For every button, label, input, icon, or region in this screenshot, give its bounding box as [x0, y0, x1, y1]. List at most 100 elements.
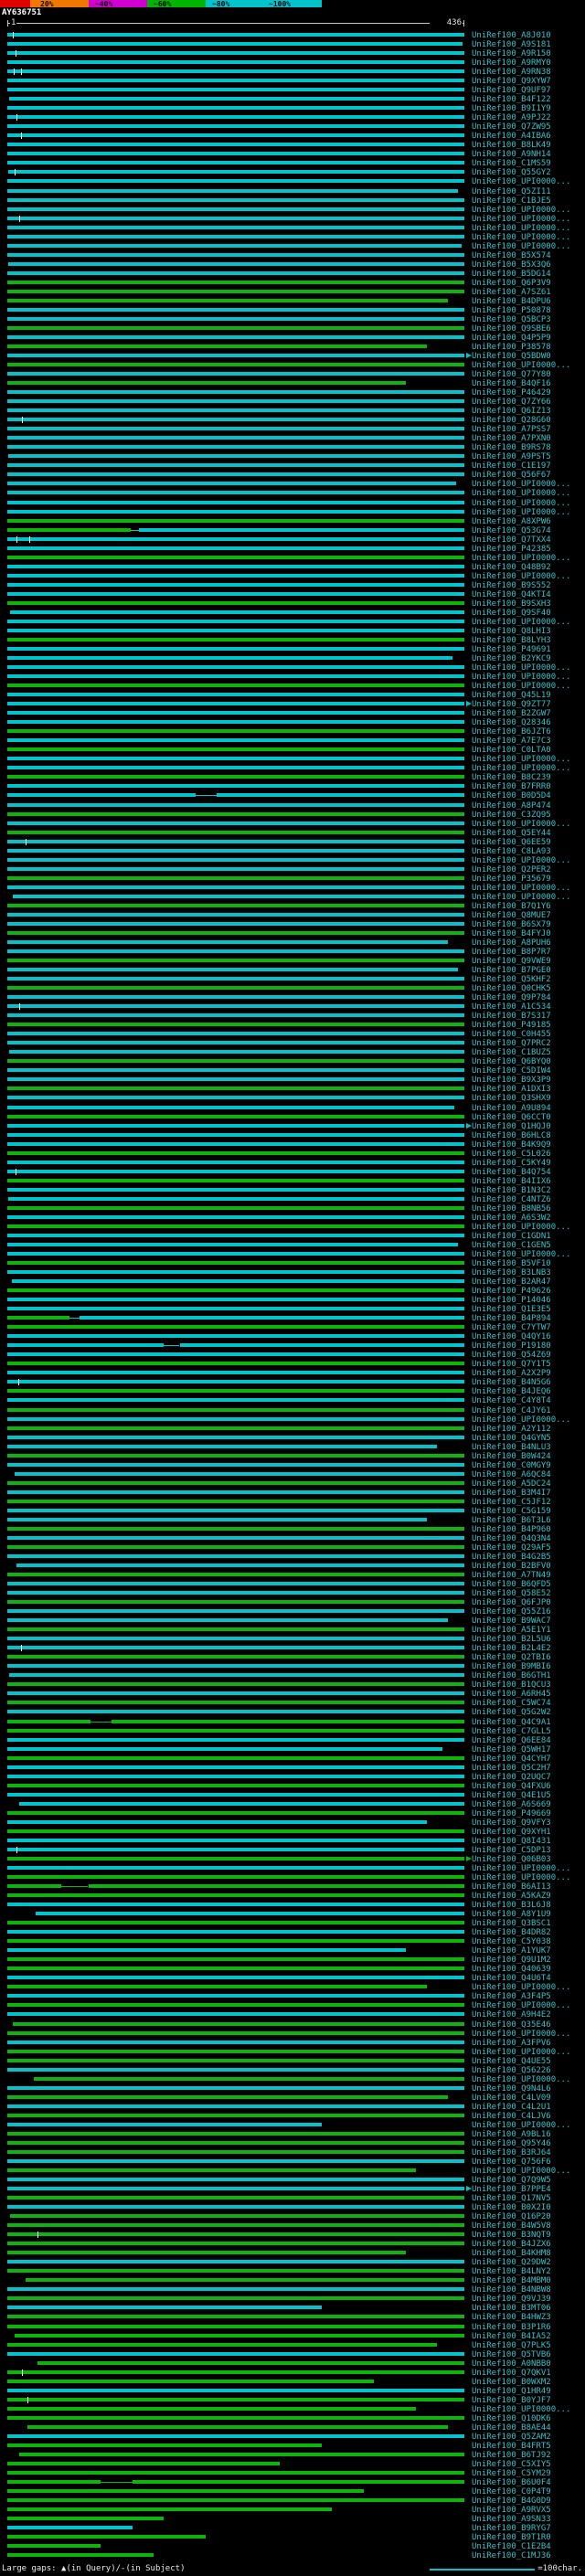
hit-bar[interactable] [7, 1270, 464, 1274]
hit-bar[interactable] [7, 390, 464, 394]
hit-bar[interactable] [7, 592, 464, 596]
hit-bar[interactable] [7, 629, 464, 632]
hit-bar[interactable] [7, 1829, 464, 1833]
hit-bar[interactable] [7, 2389, 464, 2392]
hit-bar[interactable] [7, 2507, 333, 2511]
hit-bar[interactable] [37, 2361, 464, 2365]
hit-bar[interactable] [7, 1866, 464, 1870]
hit-bar[interactable] [7, 1994, 464, 1998]
hit-bar[interactable] [7, 501, 464, 504]
hit-bar[interactable] [7, 2535, 207, 2539]
hit-bar[interactable] [7, 766, 464, 769]
hit-bar[interactable] [7, 757, 464, 760]
hit-bar[interactable] [7, 1509, 464, 1512]
hit-bar[interactable] [7, 244, 462, 248]
hit-bar[interactable] [7, 1188, 464, 1192]
hit-bar[interactable] [7, 88, 464, 91]
hit-bar[interactable] [7, 1261, 464, 1265]
hit-bar[interactable] [7, 2031, 464, 2035]
hit-bar[interactable] [8, 262, 464, 266]
hit-bar[interactable] [7, 1884, 61, 1888]
hit-bar[interactable] [7, 161, 464, 164]
hit-bar[interactable] [7, 418, 464, 421]
hit-bar[interactable] [7, 528, 131, 532]
hit-bar[interactable] [7, 179, 464, 183]
hit-bar[interactable] [88, 1884, 464, 1888]
hit-label[interactable]: UniRef100_Q5G2W2 [472, 1708, 551, 1717]
hit-bar[interactable] [7, 1068, 464, 1072]
hit-bar[interactable] [7, 1775, 464, 1778]
hit-bar[interactable] [7, 1325, 464, 1329]
hit-bar[interactable] [7, 271, 464, 275]
hit-bar[interactable] [7, 1481, 464, 1485]
hit-bar[interactable] [7, 1627, 464, 1631]
hit-bar[interactable] [7, 601, 464, 605]
hit-bar[interactable] [7, 693, 464, 696]
hit-bar[interactable] [138, 528, 464, 532]
hit-bar[interactable] [7, 1985, 427, 1988]
hit-bar[interactable] [7, 2168, 417, 2172]
hit-bar[interactable] [7, 2141, 464, 2145]
hit-bar[interactable] [7, 2095, 448, 2099]
hit-bar[interactable] [7, 2068, 464, 2072]
hit-bar[interactable] [7, 2517, 165, 2520]
hit-bar[interactable] [7, 1691, 464, 1695]
hit-bar[interactable] [7, 2434, 464, 2438]
hit-bar[interactable] [7, 1343, 165, 1347]
hit-bar[interactable] [7, 1637, 464, 1640]
hit-bar[interactable] [7, 2315, 464, 2318]
hit-bar[interactable] [7, 2223, 464, 2227]
hit-bar[interactable] [7, 738, 464, 742]
hit-bar[interactable] [7, 1142, 464, 1146]
hit-bar[interactable] [7, 1518, 427, 1521]
hit-bar[interactable] [7, 1490, 464, 1494]
hit-bar[interactable] [7, 2187, 464, 2190]
hit-bar[interactable] [7, 308, 464, 312]
hit-bar[interactable] [7, 1243, 459, 1246]
hit-bar[interactable] [7, 1839, 464, 1842]
hit-bar[interactable] [7, 995, 464, 999]
hit-bar[interactable] [7, 69, 464, 73]
hit-bar[interactable] [7, 565, 464, 568]
hit-bar[interactable] [7, 2498, 464, 2502]
hit-bar[interactable] [7, 1793, 464, 1797]
hit-label[interactable]: UniRef100_C1MJ36 [472, 2551, 551, 2560]
hit-bar[interactable] [7, 1738, 464, 1742]
hit-bar[interactable] [11, 1279, 464, 1283]
hit-bar[interactable] [7, 2104, 464, 2108]
hit-bar[interactable] [7, 556, 464, 559]
hit-bar[interactable] [7, 977, 464, 981]
hit-bar[interactable] [7, 2123, 322, 2126]
hit-bar[interactable] [7, 1004, 464, 1008]
hit-bar[interactable] [8, 170, 464, 174]
hit-bar[interactable] [7, 959, 464, 962]
hit-label[interactable]: UniRef100_UPI0000... [472, 177, 570, 186]
hit-bar[interactable] [7, 2553, 154, 2557]
hit-bar[interactable] [7, 1371, 464, 1374]
hit-bar[interactable] [7, 1811, 464, 1815]
hit-bar[interactable] [7, 2471, 464, 2475]
hit-bar[interactable] [7, 1720, 90, 1723]
hit-bar[interactable] [7, 2462, 280, 2465]
hit-bar[interactable] [7, 1352, 464, 1356]
hit-bar[interactable] [7, 1298, 464, 1301]
hit-bar[interactable] [7, 2178, 464, 2181]
hit-bar[interactable] [7, 793, 196, 797]
hit-bar[interactable] [7, 1252, 464, 1256]
hit-bar[interactable] [7, 849, 464, 853]
hit-bar[interactable] [10, 2214, 464, 2218]
hit-bar[interactable] [7, 876, 464, 880]
hit-bar[interactable] [7, 2132, 464, 2136]
hit-bar[interactable] [7, 775, 464, 779]
hit-bar[interactable] [7, 1646, 464, 1649]
hit-bar[interactable] [7, 124, 464, 128]
hit-bar[interactable] [18, 1802, 464, 1806]
hit-bar[interactable] [12, 895, 464, 898]
hit-bar[interactable] [7, 1096, 464, 1099]
hit-bar[interactable] [27, 2425, 448, 2429]
hit-bar[interactable] [7, 2407, 417, 2411]
hit-bar[interactable] [7, 1133, 464, 1137]
hit-bar[interactable] [7, 1747, 442, 1751]
hit-bar[interactable] [7, 2050, 464, 2053]
hit-bar[interactable] [7, 1948, 406, 1952]
